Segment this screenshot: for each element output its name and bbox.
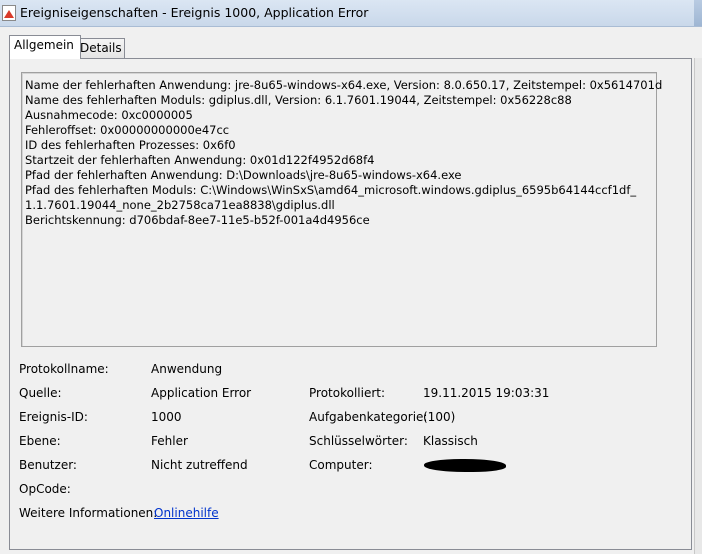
- benutzer-label: Benutzer:: [19, 458, 77, 472]
- ebene-label: Ebene:: [19, 434, 61, 448]
- window-right-edge: [694, 58, 702, 554]
- ereignis-id-label: Ereignis-ID:: [19, 410, 88, 424]
- protokollname-label: Protokollname:: [19, 362, 109, 376]
- onlinehilfe-link[interactable]: Onlinehilfe: [154, 506, 219, 520]
- ebene-value: Fehler: [151, 434, 188, 448]
- protokollname-value: Anwendung: [151, 362, 223, 376]
- window-title: Ereigniseigenschaften - Ereignis 1000, A…: [20, 5, 369, 20]
- benutzer-value: Nicht zutreffend: [151, 458, 248, 472]
- computer-label: Computer:: [309, 458, 373, 472]
- schluesselwoerter-value: Klassisch: [423, 434, 478, 448]
- schluesselwoerter-label: Schlüsselwörter:: [309, 434, 408, 448]
- ereignis-id-value: 1000: [151, 410, 182, 424]
- title-bar: Ereigniseigenschaften - Ereignis 1000, A…: [0, 0, 702, 27]
- quelle-label: Quelle:: [19, 386, 62, 400]
- description-line: Pfad des fehlerhaften Moduls: C:\Windows…: [25, 183, 637, 197]
- description-line: ID des fehlerhaften Prozesses: 0x6f0: [25, 138, 236, 152]
- description-line: Name des fehlerhaften Moduls: gdiplus.dl…: [25, 93, 572, 107]
- weitere-informationen-label: Weitere Informationen:: [19, 506, 158, 520]
- window-frame-edge: [694, 0, 702, 26]
- protokolliert-label: Protokolliert:: [309, 386, 386, 400]
- aufgabenkategorie-value: (100): [423, 410, 456, 424]
- aufgabenkategorie-label: Aufgabenkategorie:: [309, 410, 428, 424]
- quelle-value: Application Error: [151, 386, 252, 400]
- event-error-icon: [2, 5, 16, 21]
- event-description-box[interactable]: Name der fehlerhaften Anwendung: jre-8u6…: [21, 72, 662, 347]
- description-line: Name der fehlerhaften Anwendung: jre-8u6…: [25, 78, 663, 92]
- description-line: Berichtskennung: d706bdaf-8ee7-11e5-b52f…: [25, 213, 370, 227]
- description-line: Pfad der fehlerhaften Anwendung: D:\Down…: [25, 168, 462, 182]
- description-line: 1.1.7601.19044_none_2b2758ca71ea8838\gdi…: [25, 198, 335, 212]
- opcode-label: OpCode:: [19, 482, 71, 496]
- tab-allgemein[interactable]: Allgemein: [9, 35, 81, 59]
- description-line: Startzeit der fehlerhaften Anwendung: 0x…: [25, 153, 375, 167]
- computer-value-redacted: [424, 459, 506, 472]
- tab-details[interactable]: Details: [75, 38, 125, 59]
- protokolliert-value: 19.11.2015 19:03:31: [423, 386, 550, 400]
- description-line: Fehleroffset: 0x00000000000e47cc: [25, 123, 230, 137]
- description-line: Ausnahmecode: 0xc0000005: [25, 108, 193, 122]
